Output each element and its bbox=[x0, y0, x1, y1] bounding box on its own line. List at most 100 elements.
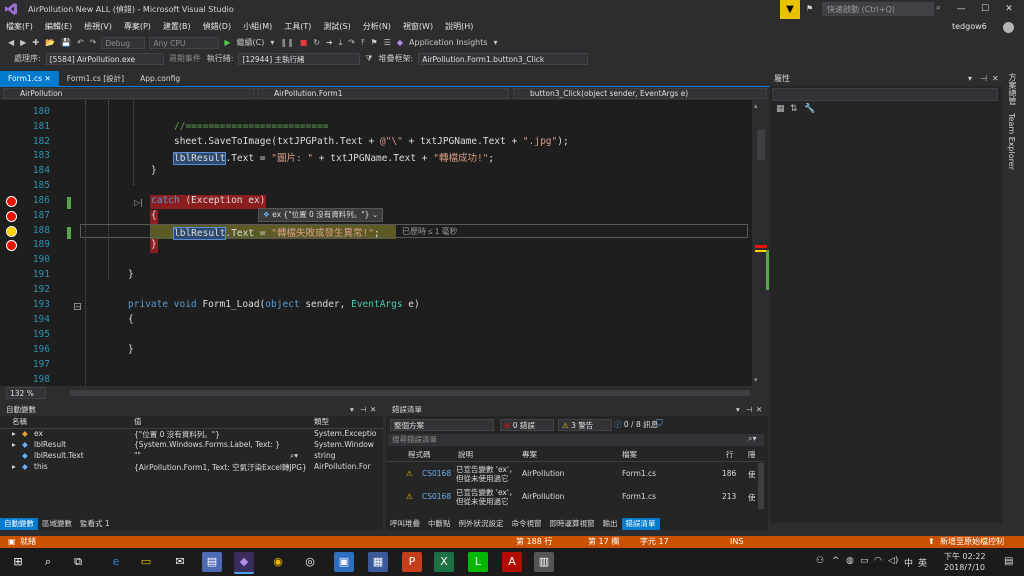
app-icon[interactable]: ▣ bbox=[334, 552, 354, 572]
new-project-icon[interactable]: ✚ bbox=[29, 35, 42, 51]
app-icon[interactable]: ▥ bbox=[534, 552, 554, 572]
breakpoint-icon[interactable] bbox=[6, 211, 17, 222]
tab-app-config[interactable]: App.config bbox=[132, 71, 188, 86]
tab-error-list[interactable]: 錯誤清單 bbox=[621, 518, 660, 530]
status-insert-mode[interactable]: INS bbox=[730, 536, 743, 548]
error-code-link[interactable]: CS0168 bbox=[422, 469, 451, 478]
menu-build[interactable]: 建置(B) bbox=[157, 19, 197, 35]
filter-icon[interactable]: ▼ bbox=[780, 0, 800, 19]
table-row[interactable]: ◆ lblResult.Text "" ⌕▾ string bbox=[0, 451, 383, 462]
column-header[interactable]: 名稱 bbox=[12, 416, 27, 428]
column-header[interactable]: 類型 bbox=[314, 416, 329, 428]
app-insights-button[interactable]: Application Insights bbox=[406, 35, 491, 51]
visual-studio-taskbar-icon[interactable]: ◆ bbox=[234, 552, 254, 574]
team-explorer-tab[interactable]: Team Explorer bbox=[1007, 113, 1016, 170]
user-name[interactable]: tedgow6 bbox=[952, 22, 987, 31]
expand-icon[interactable]: ▸ bbox=[12, 440, 16, 449]
magnifier-icon[interactable]: ⌕▾ bbox=[290, 451, 298, 461]
close-icon[interactable]: ✕ bbox=[988, 71, 999, 86]
tab-command-window[interactable]: 命令視窗 bbox=[508, 518, 546, 530]
search-icon[interactable]: ⌕ bbox=[38, 552, 58, 572]
menu-team[interactable]: 小組(M) bbox=[237, 19, 278, 35]
windows-start-icon[interactable]: ⊞ bbox=[8, 552, 28, 572]
column-header[interactable]: 程式碼 bbox=[408, 449, 431, 461]
horizontal-scrollbar[interactable] bbox=[70, 390, 750, 396]
chrome-icon[interactable]: ◉ bbox=[268, 552, 288, 572]
line-messenger-icon[interactable]: L bbox=[468, 552, 488, 572]
close-button[interactable]: ✕ bbox=[998, 2, 1020, 16]
menu-window[interactable]: 視窗(W) bbox=[397, 19, 439, 35]
people-icon[interactable]: ⚇ bbox=[816, 556, 824, 566]
chevron-down-icon[interactable]: ▾ bbox=[491, 35, 501, 51]
mail-icon[interactable]: ✉ bbox=[170, 552, 190, 572]
dropdown-icon[interactable]: ▾ bbox=[964, 71, 972, 86]
step-over-icon[interactable]: ↷ bbox=[345, 35, 358, 51]
column-header[interactable]: 行 bbox=[726, 449, 734, 461]
table-row[interactable]: ▸ ◆ ex {"位置 0 沒有資料列。"} System.Exceptio bbox=[0, 429, 383, 440]
pin-icon[interactable]: ⊣ bbox=[976, 71, 987, 86]
column-header[interactable]: 說明 bbox=[458, 449, 473, 461]
search-icon[interactable]: ⌕▾ bbox=[748, 434, 757, 444]
menu-help[interactable]: 說明(H) bbox=[439, 19, 479, 35]
object-selector[interactable] bbox=[772, 88, 998, 101]
zoom-select[interactable]: 132 % bbox=[6, 387, 46, 399]
wrench-icon[interactable]: 🔧 bbox=[804, 104, 815, 114]
collapse-toggle-icon[interactable]: − bbox=[74, 303, 81, 311]
tab-form1-designer[interactable]: Form1.cs [設計] bbox=[59, 71, 132, 86]
table-row[interactable]: ⚠ CS0168 已宣告變數 'ex'， 但從未使用過它 AirPollutio… bbox=[386, 487, 756, 509]
solution-platform-select[interactable]: Any CPU bbox=[149, 37, 220, 49]
app-icon[interactable]: ▤ bbox=[202, 552, 222, 572]
column-header[interactable]: 隱 bbox=[748, 449, 756, 461]
scope-select[interactable]: 整個方案 bbox=[390, 419, 494, 431]
tab-form1-cs[interactable]: Form1.cs ✕ bbox=[0, 71, 59, 86]
back-icon[interactable]: ◀ bbox=[0, 35, 17, 51]
table-row[interactable]: ▸ ◆ this {AirPollution.Form1, Text: 空氣汙染… bbox=[0, 462, 383, 473]
continue-button[interactable]: 繼續(C) bbox=[234, 35, 268, 51]
scroll-down-icon[interactable]: ▾ bbox=[754, 376, 758, 384]
scroll-up-icon[interactable]: ▴ bbox=[754, 102, 758, 110]
dropdown-icon[interactable]: ▾ bbox=[736, 403, 740, 416]
tab-exception-settings[interactable]: 例外狀況設定 bbox=[455, 518, 508, 530]
app-icon[interactable]: ▦ bbox=[368, 552, 388, 572]
perf-tip[interactable]: 已歷時 ≤ 1 毫秒 bbox=[402, 226, 458, 237]
bookmark-icon[interactable]: ⚑ bbox=[368, 35, 381, 51]
chevron-down-icon[interactable]: ⌄ bbox=[372, 210, 378, 219]
pin-icon[interactable]: ⊣ bbox=[360, 403, 367, 416]
member-dropdown[interactable]: button3_Click(object sender, EventArgs e… bbox=[513, 88, 767, 99]
var-value[interactable]: "" bbox=[134, 451, 284, 460]
solution-explorer-tab[interactable]: 方案總管 bbox=[1007, 73, 1018, 105]
build-filter-icon[interactable]: ⛉ bbox=[656, 419, 663, 429]
avatar[interactable] bbox=[1003, 22, 1014, 33]
menu-file[interactable]: 檔案(F) bbox=[0, 19, 39, 35]
chevron-down-icon[interactable]: ▾ bbox=[267, 35, 277, 51]
stop-icon[interactable]: ■ bbox=[297, 35, 311, 51]
menu-debug[interactable]: 偵錯(D) bbox=[197, 19, 237, 35]
expand-icon[interactable]: ▸ bbox=[12, 462, 16, 471]
stackframe-select[interactable]: AirPollution.Form1.button3_Click bbox=[418, 53, 589, 65]
close-icon[interactable]: ✕ bbox=[756, 403, 762, 416]
tray-app-icon[interactable]: ◍ bbox=[846, 556, 854, 566]
errors-filter-button[interactable]: ⊗ 0 錯誤 bbox=[500, 419, 554, 431]
column-header[interactable]: 專案 bbox=[522, 449, 537, 461]
error-code-link[interactable]: CS0168 bbox=[422, 492, 451, 501]
app-icon[interactable]: ◎ bbox=[300, 552, 320, 572]
search-icon[interactable]: ⌕ bbox=[936, 3, 940, 13]
battery-icon[interactable]: ▭ bbox=[860, 556, 869, 566]
menu-test[interactable]: 測試(S) bbox=[317, 19, 356, 35]
tab-watch-1[interactable]: 監看式 1 bbox=[76, 518, 114, 530]
maximize-button[interactable]: ☐ bbox=[974, 2, 996, 16]
dropdown-icon[interactable]: ▾ bbox=[350, 403, 354, 416]
step-out-icon[interactable]: ⤒ bbox=[358, 35, 368, 51]
column-header[interactable]: 檔案 bbox=[622, 449, 637, 461]
powerpoint-icon[interactable]: P bbox=[402, 552, 422, 572]
file-explorer-icon[interactable]: ▭ bbox=[136, 552, 156, 572]
language-indicator[interactable]: 英 bbox=[918, 556, 927, 569]
menu-view[interactable]: 檢視(V) bbox=[78, 19, 118, 35]
step-into-icon[interactable]: ⤓ bbox=[336, 35, 346, 51]
var-value[interactable]: {"位置 0 沒有資料列。"} bbox=[134, 429, 310, 440]
minimize-button[interactable]: — bbox=[950, 2, 972, 16]
clock-time[interactable]: 下午 02:22 bbox=[944, 551, 986, 562]
open-icon[interactable]: 📂 bbox=[42, 35, 58, 51]
forward-icon[interactable]: ▶ bbox=[17, 35, 29, 51]
save-icon[interactable]: 💾 bbox=[58, 35, 74, 51]
